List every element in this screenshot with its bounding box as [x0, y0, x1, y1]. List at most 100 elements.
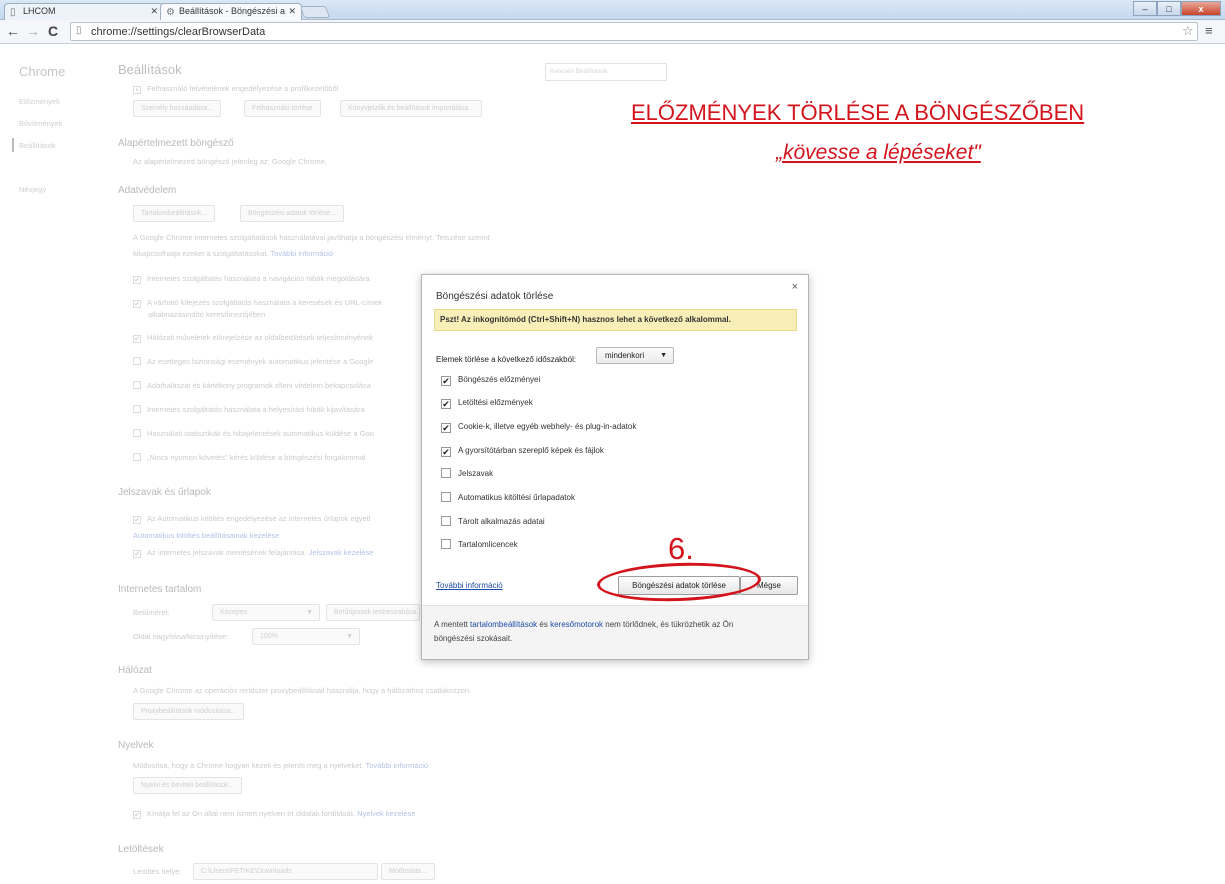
delete-user-button[interactable]: Felhasználó törlése [244, 100, 321, 117]
address-bar[interactable]: ▯ chrome://settings/clearBrowserData [70, 22, 1198, 41]
new-tab-button[interactable] [299, 6, 331, 18]
privacy-option[interactable]: ✔ A várható kifejezés szolgáltatás haszná… [133, 298, 382, 308]
option-cookies[interactable]: ✔ Cookie-k, illetve egyéb webhely- és plu… [441, 421, 636, 433]
option-autofill[interactable]: Automatikus kitöltési űrlapadatok [441, 492, 575, 504]
privacy-option[interactable]: Internetes szolgáltatás használata a hel… [133, 405, 365, 414]
checkbox[interactable] [133, 381, 141, 389]
forward-arrow-icon[interactable]: → [26, 23, 40, 39]
clear-browsing-data-dialog: × Böngészési adatok törlése Pszt! Az ink… [421, 274, 809, 660]
customize-fonts-button[interactable]: Betűtípusok testreszabása... [326, 604, 422, 621]
add-person-button[interactable]: Személy hozzáadása... [133, 100, 222, 117]
minimize-button[interactable]: – [1133, 1, 1157, 16]
privacy-text: kikapcsolhatja ezeket a szolgáltatásokat… [133, 249, 333, 258]
translate-option[interactable]: ✔ Kínálja fel az Ön által nem ismert nyel… [133, 809, 415, 819]
checkbox[interactable] [441, 468, 451, 478]
proxy-settings-button[interactable]: Proxybeállítások módosítása... [133, 703, 245, 720]
page-icon: ▯ [76, 25, 82, 36]
chrome-brand: Chrome [19, 64, 66, 79]
font-size-select[interactable]: Közepes ▼ [212, 604, 320, 621]
checkbox[interactable] [133, 405, 141, 413]
import-bookmarks-button[interactable]: Könyvjelzők és beállítások importálása..… [340, 100, 483, 117]
privacy-option[interactable]: Használati statisztikák és hibajelentése… [133, 429, 374, 438]
learn-more-link[interactable]: További információ [270, 249, 333, 258]
tab-title: LHCOM [23, 6, 56, 16]
default-browser-heading: Alapértelmezett böngésző [118, 138, 234, 149]
autofill-option[interactable]: ✔ Az Automatikus kitöltés engedélyezése a… [133, 514, 370, 524]
chevron-down-icon: ▼ [660, 352, 667, 359]
sidebar-item-history[interactable]: Előzmények [19, 97, 60, 106]
zoom-label: Oldal nagyítása/kicsinyítése: [133, 632, 229, 641]
content-settings-link[interactable]: tartalombeállítások [470, 620, 537, 629]
sidebar-item-settings[interactable]: Beállítások [19, 141, 56, 150]
search-engines-link[interactable]: keresőmotorok [550, 620, 603, 629]
option-passwords[interactable]: Jelszavak [441, 468, 493, 480]
tab-settings[interactable]: ⚙ Beállítások - Böngészési a ✕ [160, 3, 302, 20]
annotation-subtitle: „kövesse a lépéseket" [776, 141, 981, 164]
change-download-location-button[interactable]: Módosítás... [381, 863, 436, 880]
privacy-option[interactable]: „Nincs nyomon követés" kérés küldése a b… [133, 453, 366, 462]
option-browsing-history[interactable]: ✔ Böngészés előzményei [441, 374, 540, 386]
checkbox[interactable]: ✔ [133, 335, 141, 343]
option-content-licenses[interactable]: Tartalomlicencek [441, 539, 518, 551]
font-size-label: Betűméret: [133, 608, 170, 617]
settings-search-input[interactable]: Keresés Beállítások [545, 63, 667, 81]
checkbox[interactable]: ✔ [133, 300, 141, 308]
checkbox[interactable] [133, 429, 141, 437]
language-settings-button[interactable]: Nyelvi és beviteli beállítások... [133, 777, 243, 794]
close-tab-icon[interactable]: ✕ [288, 4, 296, 19]
download-path-field[interactable]: C:\Users\PETIKE\Downloads [193, 863, 378, 880]
users-setting[interactable]: • Felhasználó felvételének engedélyezése … [133, 84, 338, 94]
close-icon[interactable]: × [792, 281, 798, 293]
learn-more-link[interactable]: További információ [436, 581, 503, 590]
manage-languages-link[interactable]: Nyelvek kezelése [357, 809, 415, 818]
step-number: 6. [668, 531, 694, 566]
maximize-button[interactable]: □ [1157, 1, 1181, 16]
option-download-history[interactable]: ✔ Letöltési előzmények [441, 397, 533, 409]
sidebar-item-about[interactable]: Névjegy [19, 185, 46, 194]
checkbox[interactable] [133, 453, 141, 461]
checkbox[interactable]: ✔ [133, 516, 141, 524]
save-passwords-option[interactable]: ✔ Az internetes jelszavak mentésének fela… [133, 548, 373, 558]
learn-more-link[interactable]: További információ [366, 761, 429, 770]
checkbox[interactable]: ✔ [133, 550, 141, 558]
checkbox[interactable]: ✔ [441, 447, 451, 457]
checkbox[interactable]: ✔ [133, 276, 141, 284]
close-tab-icon[interactable]: ✕ [150, 4, 158, 19]
dialog-title: Böngészési adatok törlése [436, 291, 554, 302]
sidebar-item-extensions[interactable]: Bővítmények [19, 119, 62, 128]
checkbox[interactable] [441, 492, 451, 502]
privacy-option[interactable]: ✔ Internetes szolgáltatás használata a na… [133, 274, 370, 284]
reload-icon[interactable]: C [48, 23, 58, 39]
checkbox[interactable] [441, 516, 451, 526]
content-settings-button[interactable]: Tartalombeállítások... [133, 205, 216, 222]
back-arrow-icon[interactable]: ← [6, 23, 20, 39]
option-hosted-app-data[interactable]: Tárolt alkalmazás adatai [441, 516, 545, 528]
checkbox[interactable]: ✔ [441, 423, 451, 433]
browser-toolbar: ← → C ▯ chrome://settings/clearBrowserDa… [0, 20, 1225, 44]
menu-icon[interactable]: ≡ [1205, 23, 1213, 38]
checkbox[interactable] [133, 357, 141, 365]
checkbox[interactable]: ✔ [441, 399, 451, 409]
checkbox[interactable] [441, 539, 451, 549]
manage-passwords-link[interactable]: Jelszavak kezelése [309, 548, 374, 557]
time-range-select[interactable]: mindenkori ▼ [596, 347, 674, 364]
checkbox[interactable]: ✔ [133, 811, 141, 819]
option-cache[interactable]: ✔ A gyorsítótárban szereplő képek és fájl… [441, 445, 604, 457]
privacy-option[interactable]: Az esetleges biztonsági események automa… [133, 357, 373, 366]
autofill-settings-link[interactable]: Automatikus kitöltés beállításainak keze… [133, 531, 279, 540]
sidebar-selection-marker [12, 138, 14, 152]
close-window-button[interactable]: x [1181, 1, 1221, 16]
download-location-label: Letöltés helye: [133, 867, 182, 876]
chevron-down-icon: ▼ [346, 633, 353, 640]
clear-browsing-data-button[interactable]: Böngészési adatok törlése... [240, 205, 344, 222]
privacy-option[interactable]: ✔ Hálózati műveletek előrejelzése az olda… [133, 333, 373, 343]
bookmark-star-icon[interactable]: ☆ [1182, 23, 1194, 39]
tab-lhcom[interactable]: ▯ LHCOM ✕ [4, 3, 164, 20]
page-title: Beállítások [118, 62, 182, 77]
checkbox[interactable]: ✔ [441, 376, 451, 386]
privacy-option[interactable]: Adathalászat és kártékony programok elle… [133, 381, 371, 390]
network-text: A Google Chrome az operációs rendszer pr… [133, 686, 472, 695]
checkbox[interactable]: • [133, 86, 141, 94]
zoom-select[interactable]: 100% ▼ [252, 628, 360, 645]
privacy-heading: Adatvédelem [118, 185, 177, 196]
